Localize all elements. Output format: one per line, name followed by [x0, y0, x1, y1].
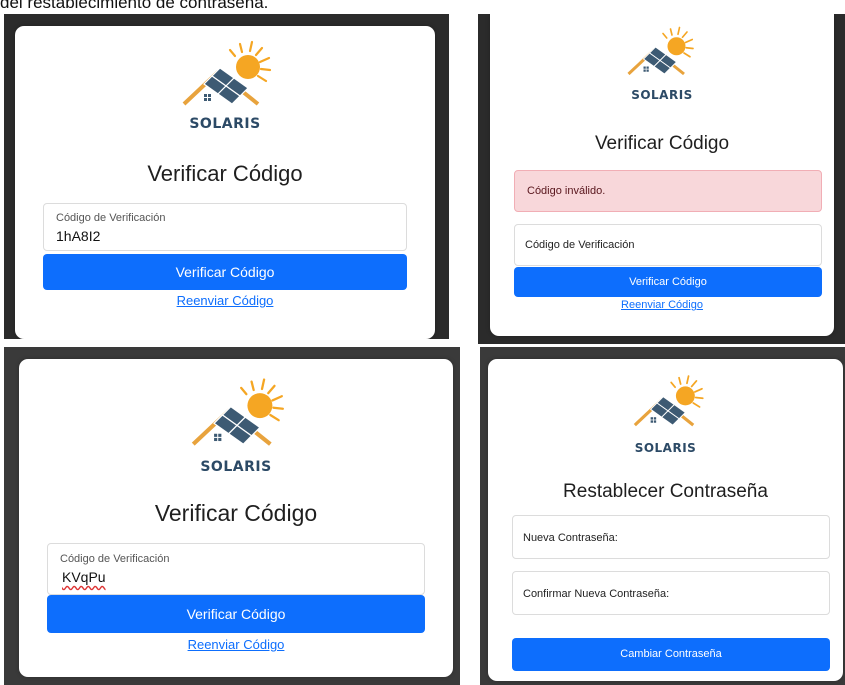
brand-name: SOLARIS [189, 116, 261, 132]
verification-code-label: Código de Verificación [60, 553, 170, 565]
verification-code-label: Código de Verificación [56, 212, 166, 224]
verify-code-button[interactable]: Verificar Código [514, 267, 822, 297]
new-password-input[interactable]: Nueva Contraseña: [512, 515, 830, 559]
brand-name: SOLARIS [200, 459, 272, 475]
verification-code-input[interactable]: Código de Verificación KVqPu [47, 543, 425, 595]
screenshot-reset-password: SOLARIS Restablecer Contraseña Nueva Con… [480, 347, 845, 685]
verification-code-value: 1hA8I2 [56, 228, 101, 244]
solaris-logo [633, 375, 704, 427]
verify-card: SOLARIS Verificar Código Código de Verif… [15, 26, 435, 339]
confirm-password-input[interactable]: Confirmar Nueva Contraseña: [512, 571, 830, 615]
verification-code-input[interactable]: Código de Verificación [514, 224, 822, 266]
verify-code-button[interactable]: Verificar Código [47, 595, 425, 633]
page-title: Verificar Código [154, 500, 318, 526]
verify-card: SOLARIS Verificar Código Código inválido… [490, 14, 834, 336]
resend-code-link[interactable]: Reenviar Código [15, 293, 435, 308]
new-password-placeholder: Nueva Contraseña: [523, 532, 618, 544]
confirm-password-placeholder: Confirmar Nueva Contraseña: [523, 588, 670, 600]
resend-code-link[interactable]: Reenviar Código [19, 637, 453, 652]
error-alert: Código inválido. [514, 170, 822, 212]
brand-name: SOLARIS [634, 441, 697, 455]
brand-name: SOLARIS [631, 88, 693, 102]
solaris-logo [191, 378, 284, 446]
reset-card: SOLARIS Restablecer Contraseña Nueva Con… [488, 359, 843, 681]
page-title: Verificar Código [147, 161, 303, 186]
verify-card: SOLARIS Verificar Código Código de Verif… [19, 359, 453, 677]
caption-text: del restablecimiento de contraseña. [0, 0, 269, 12]
verification-code-value: KVqPu [62, 569, 106, 585]
verification-code-input[interactable]: Código de Verificación 1hA8I2 [43, 203, 407, 251]
page-title: Verificar Código [594, 133, 730, 154]
verify-code-button[interactable]: Verificar Código [43, 254, 407, 290]
solaris-logo [182, 40, 272, 106]
screenshot-verify-code-filled: SOLARIS Verificar Código Código de Verif… [4, 14, 449, 339]
verification-code-placeholder: Código de Verificación [525, 239, 635, 251]
resend-code-link[interactable]: Reenviar Código [490, 299, 834, 311]
page-title: Restablecer Contraseña [563, 481, 768, 502]
change-password-button[interactable]: Cambiar Contraseña [512, 638, 830, 671]
screenshot-verify-code-error: SOLARIS Verificar Código Código inválido… [478, 14, 845, 344]
solaris-logo [627, 26, 694, 76]
error-alert-text: Código inválido. [527, 185, 606, 197]
screenshot-verify-code-typing: SOLARIS Verificar Código Código de Verif… [4, 347, 460, 685]
